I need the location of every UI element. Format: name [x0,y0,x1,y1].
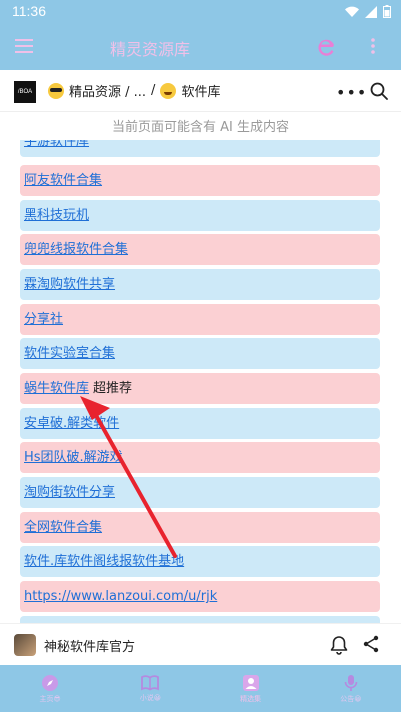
avatar[interactable] [14,634,36,656]
nav-label: 精选集 [240,694,262,703]
list-item[interactable]: 手游软件库 [20,140,380,157]
list-item[interactable]: 分享社 [20,304,380,335]
compass-icon [42,674,59,691]
site-logo[interactable]: /BOA [14,81,36,103]
wifi-icon [345,6,359,17]
list-item[interactable]: 蜗牛软件库 超推荐 [20,373,380,404]
author-bar: 神秘软件库官方 [0,623,401,665]
list-item-link[interactable]: 蜗牛软件库 [24,381,89,396]
list-item-link[interactable]: 软件.库软件阁线报软件基地 [24,554,184,569]
list-item[interactable]: 霖淘购软件共享 [20,269,380,300]
author-name[interactable]: 神秘软件库官方 [44,636,135,655]
nav-tab-announcement[interactable]: 公告😀 [301,665,401,712]
web-header: /BOA 精品资源 / ... / 软件库 ••• [0,70,401,112]
breadcrumb: 精品资源 / ... / 软件库 [48,81,220,100]
list-item-link[interactable]: 阿友软件合集 [24,173,102,188]
browser-e-icon[interactable] [316,36,336,56]
list-item[interactable]: 淘购街软件分享 [20,477,380,508]
list-item[interactable]: 安卓破.解类软件 [20,408,380,439]
signal-icon [365,5,377,18]
list-item-link[interactable]: Hs团队破.解游戏 [24,450,123,465]
status-bar: 11:36 [0,0,401,24]
nav-label: 小说😀 [139,693,162,702]
list-item-link[interactable]: https://www.lanzoui.com/u/rjk [24,589,217,604]
software-link-list: 手游软件库 阿友软件合集 黑科技玩机 兜兜线报软件合集 霖淘购软件共享 分享社 … [0,140,401,623]
share-icon[interactable] [363,635,379,653]
search-icon[interactable] [370,82,388,100]
list-item[interactable]: Hs团队破.解游戏 [20,442,380,473]
list-item[interactable]: 阿友软件合集 [20,165,380,196]
breadcrumb-current[interactable]: 软件库 [181,81,220,100]
list-item[interactable]: 软件.库软件阁线报软件基地 [20,546,380,577]
nav-label: 主页😎 [39,694,61,703]
sunglasses-emoji-icon [48,82,64,99]
list-item-link[interactable]: 全网软件合集 [24,520,102,535]
bell-icon[interactable] [330,635,348,655]
profile-icon [242,674,259,691]
list-item-link[interactable]: 分享社 [24,312,63,327]
list-item[interactable] [20,616,380,623]
list-item-link[interactable]: 黑科技玩机 [24,208,89,223]
breadcrumb-parent[interactable]: 精品资源 / ... [69,81,146,100]
status-icons [345,5,391,18]
app-title: 精灵资源库 [109,40,190,59]
list-item[interactable]: 兜兜线报软件合集 [20,234,380,265]
laughing-emoji-icon [160,82,177,99]
overflow-menu-icon[interactable] [370,37,376,55]
bottom-nav: 主页😎 小说😀 精选集 公告😀 [0,665,401,712]
nav-tab-home[interactable]: 主页😎 [0,665,100,712]
nav-tab-novel[interactable]: 小说😀 [100,665,200,712]
list-item-link[interactable]: 淘购街软件分享 [24,485,115,500]
list-item[interactable]: 全网软件合集 [20,512,380,543]
list-item[interactable]: 黑科技玩机 [20,200,380,231]
nav-tab-featured[interactable]: 精选集 [201,665,301,712]
list-item-link[interactable]: 霖淘购软件共享 [24,277,115,292]
ai-content-notice: 当前页面可能含有 AI 生成内容 [112,120,289,135]
microphone-icon [344,674,358,691]
list-item-link[interactable]: 安卓破.解类软件 [24,416,119,431]
list-item[interactable]: https://www.lanzoui.com/u/rjk [20,581,380,612]
list-item-link[interactable]: 软件实验室合集 [24,346,115,361]
more-options-icon[interactable]: ••• [336,83,367,102]
list-item-link[interactable]: 兜兜线报软件合集 [24,242,128,257]
book-icon [141,674,160,691]
status-time: 11:36 [12,3,46,19]
breadcrumb-separator: / [151,83,156,98]
list-item-link[interactable]: 手游软件库 [24,140,89,149]
list-item[interactable]: 软件实验室合集 [20,338,380,369]
list-item-note: 超推荐 [93,381,133,396]
battery-icon [383,5,391,18]
nav-label: 公告😀 [340,694,362,703]
app-bar: 精灵资源库 [0,24,401,70]
